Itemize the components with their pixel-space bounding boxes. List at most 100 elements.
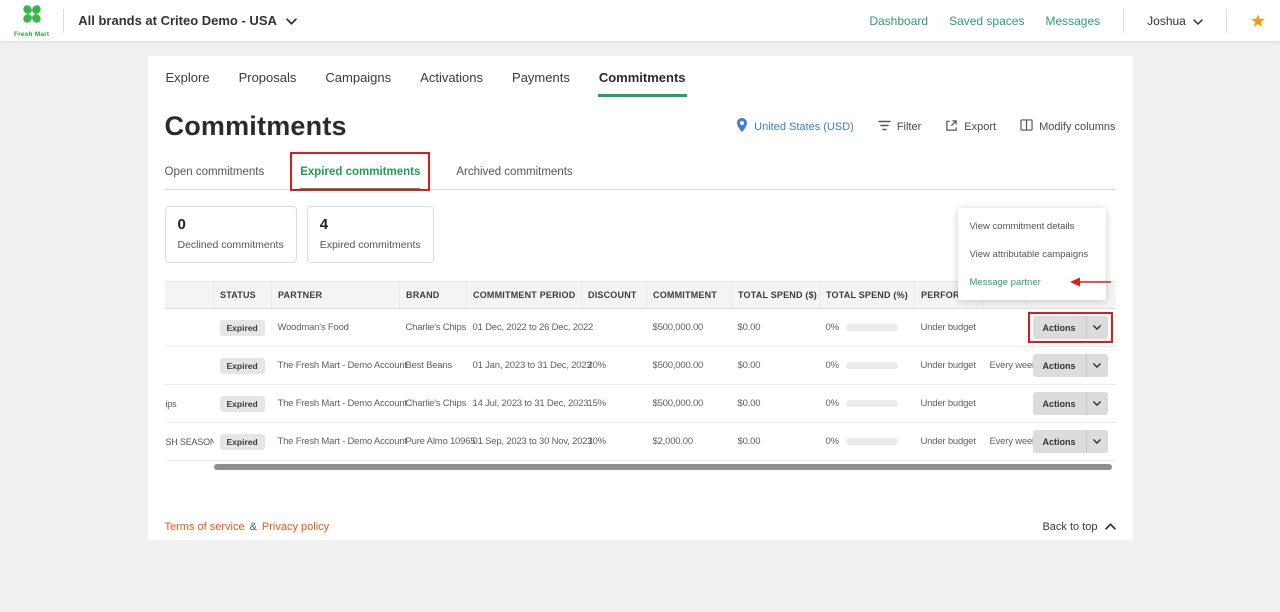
table-row: Expired The Fresh Mart - Demo Account Be… <box>165 347 1116 385</box>
actions-button[interactable]: Actions <box>1033 392 1108 415</box>
status-badge: Expired <box>220 396 265 412</box>
table-toolbar: United States (USD) Filter Export Modify… <box>736 118 1115 135</box>
user-name: Joshua <box>1147 14 1186 28</box>
total-spend-cell: $0.00 <box>732 423 820 461</box>
total-spend-cell: $0.00 <box>732 309 820 347</box>
actions-button[interactable]: Actions <box>1033 430 1108 453</box>
divider <box>1226 9 1227 33</box>
tab-commitments[interactable]: Commitments <box>598 62 687 97</box>
tab-proposals[interactable]: Proposals <box>238 62 298 97</box>
column-header-commitment: COMMITMENT <box>647 282 732 309</box>
subtab-archived-commitments[interactable]: Archived commitments <box>456 158 572 190</box>
frequency-cell <box>984 309 1027 347</box>
period-cell: 14 Jul, 2023 to 31 Dec, 2023 <box>467 385 582 423</box>
brand-cell: Pure Almo 10965 <box>400 423 467 461</box>
actions-context-menu: View commitment details View attributabl… <box>958 208 1106 300</box>
page-title: Commitments <box>165 111 347 142</box>
filter-button[interactable]: Filter <box>878 120 921 134</box>
filter-label: Filter <box>897 121 921 133</box>
chevron-down-icon[interactable] <box>1086 354 1108 377</box>
column-header-commitment-period: COMMITMENT PERIOD <box>467 282 582 309</box>
spend-percent-cell: 0% <box>820 423 915 461</box>
privacy-policy-link[interactable]: Privacy policy <box>262 521 329 533</box>
menu-item-view-attributable-campaigns[interactable]: View attributable campaigns <box>958 240 1106 268</box>
card-label: Expired commitments <box>320 239 421 251</box>
back-to-top-button[interactable]: Back to top <box>1042 521 1115 533</box>
nav-messages[interactable]: Messages <box>1045 14 1100 28</box>
tab-campaigns[interactable]: Campaigns <box>324 62 392 97</box>
period-cell: 01 Sep, 2023 to 30 Nov, 2023 <box>467 423 582 461</box>
actions-cell: Actions <box>1027 309 1116 347</box>
actions-cell: Actions <box>1027 423 1116 461</box>
period-cell: 01 Dec, 2022 to 26 Dec, 2022 <box>467 309 582 347</box>
actions-button[interactable]: Actions <box>1033 354 1108 377</box>
name-cell: ips <box>165 385 214 423</box>
performance-cell: Under budget <box>915 309 984 347</box>
commitments-panel: Explore Proposals Campaigns Activations … <box>148 56 1133 540</box>
card-label: Declined commitments <box>178 239 284 251</box>
column-header-discount: DISCOUNT <box>582 282 647 309</box>
location-pin-icon <box>736 118 748 135</box>
name-cell <box>165 347 214 385</box>
frequency-cell: Every week <box>984 423 1027 461</box>
discount-cell: 20% <box>582 347 647 385</box>
table-row: ips Expired The Fresh Mart - Demo Accoun… <box>165 385 1116 423</box>
actions-cell: Actions <box>1027 385 1116 423</box>
account-selector[interactable]: All brands at Criteo Demo - USA <box>78 13 297 28</box>
subtab-expired-commitments[interactable]: Expired commitments <box>300 158 420 190</box>
tab-explore[interactable]: Explore <box>165 62 211 97</box>
actions-button[interactable]: Actions <box>1033 316 1108 339</box>
nav-saved-spaces[interactable]: Saved spaces <box>949 14 1024 28</box>
progress-bar <box>846 362 898 369</box>
column-header-partner: PARTNER <box>272 282 400 309</box>
freshmart-logo[interactable]: Fresh Mart <box>14 3 49 38</box>
chevron-down-icon <box>286 13 297 28</box>
scrollbar-thumb[interactable] <box>214 464 1112 470</box>
performance-cell: Under budget <box>915 385 984 423</box>
partner-cell: The Fresh Mart - Demo Account <box>272 347 400 385</box>
chevron-down-icon[interactable] <box>1086 430 1108 453</box>
terms-of-service-link[interactable]: Terms of service <box>165 521 245 533</box>
legal-links: Terms of service & Privacy policy <box>165 521 330 533</box>
menu-item-view-commitment-details[interactable]: View commitment details <box>958 212 1106 240</box>
commitment-cell: $500,000.00 <box>647 309 732 347</box>
total-spend-cell: $0.00 <box>732 385 820 423</box>
brand-cell: Charlie's Chips <box>400 385 467 423</box>
commitment-cell: $500,000.00 <box>647 347 732 385</box>
column-header-status: STATUS <box>214 282 272 309</box>
spend-percent-cell: 0% <box>820 385 915 423</box>
total-spend-cell: $0.00 <box>732 347 820 385</box>
currency-label: United States (USD) <box>754 121 854 133</box>
partner-cell: Woodman's Food <box>272 309 400 347</box>
commitment-subtabs: Open commitments Expired commitments Arc… <box>165 158 1116 190</box>
subtab-open-commitments[interactable]: Open commitments <box>165 158 265 190</box>
chevron-down-icon[interactable] <box>1086 316 1108 339</box>
card-declined-commitments: 0 Declined commitments <box>165 206 297 263</box>
brand-cell: Best Beans <box>400 347 467 385</box>
progress-bar <box>846 438 898 445</box>
modify-columns-label: Modify columns <box>1039 121 1115 133</box>
chevron-down-icon[interactable] <box>1086 392 1108 415</box>
brand-cell: Charlie's Chips <box>400 309 467 347</box>
column-header-total-spend-pct: TOTAL SPEND (%) <box>820 282 915 309</box>
spend-percent-cell: 0% <box>820 347 915 385</box>
performance-cell: Under budget <box>915 423 984 461</box>
nav-dashboard[interactable]: Dashboard <box>869 14 928 28</box>
tab-payments[interactable]: Payments <box>511 62 571 97</box>
tab-activations[interactable]: Activations <box>419 62 484 97</box>
filter-icon <box>878 120 891 134</box>
discount-cell: 15% <box>582 385 647 423</box>
currency-selector[interactable]: United States (USD) <box>736 118 854 135</box>
favorite-star-icon[interactable]: ★ <box>1250 12 1266 30</box>
modify-columns-button[interactable]: Modify columns <box>1020 119 1115 134</box>
user-menu[interactable]: Joshua <box>1147 14 1203 28</box>
card-value: 4 <box>320 216 421 233</box>
menu-item-message-partner[interactable]: Message partner <box>958 268 1106 296</box>
progress-bar <box>846 324 898 331</box>
divider <box>63 9 64 33</box>
export-button[interactable]: Export <box>945 119 996 135</box>
status-badge: Expired <box>220 434 265 450</box>
subtab-expired-label: Expired commitments <box>300 166 420 178</box>
column-header-name <box>165 282 214 309</box>
frequency-cell: Every week <box>984 347 1027 385</box>
